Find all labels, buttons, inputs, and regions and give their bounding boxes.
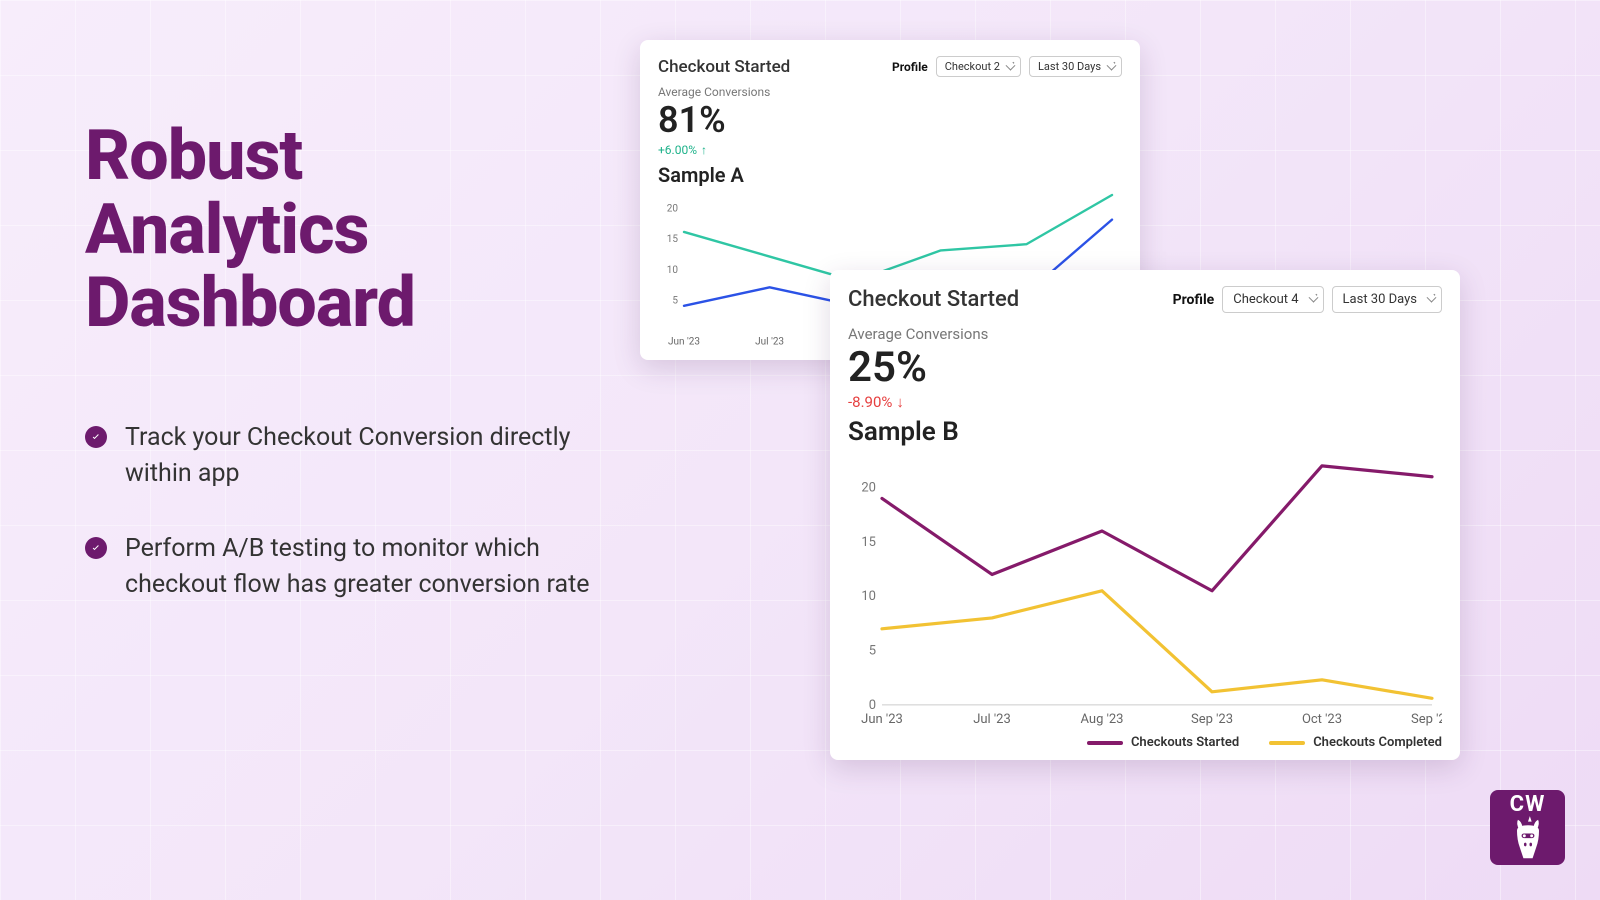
bullet-item: Track your Checkout Conversion directly … [85,420,605,493]
svg-text:Oct '23: Oct '23 [1302,712,1342,727]
svg-text:5: 5 [672,295,678,306]
headline-line-3: Dashboard [85,267,415,341]
chart-area-b: 0 5 10 15 20 Jun '23 Jul '23 Aug '23 Sep '23 Oct … [848,447,1442,729]
headline-line-1: Robust [85,120,415,194]
page-headline: Robust Analytics Dashboard [85,120,415,341]
profile-select[interactable]: Checkout 2 [936,56,1021,77]
bullet-item: Perform A/B testing to monitor which che… [85,531,605,604]
avg-conversions-value: 25% [848,345,1442,391]
profile-label: Profile [1173,292,1215,308]
svg-text:15: 15 [861,535,876,550]
svg-text:Sep '23: Sep '23 [1411,712,1442,727]
avg-conversions-label: Average Conversions [658,85,1122,99]
delta-text: -8.90% [848,393,892,411]
check-circle-icon [85,426,107,448]
headline-line-2: Analytics [85,194,415,268]
delta-text: +6.00% [658,143,697,157]
chart-legend: Checkouts Started Checkouts Completed [848,735,1442,750]
avg-conversions-value: 81% [658,101,1122,141]
brand-logo-badge: CW [1490,790,1565,865]
arrow-up-icon: ↑ [701,143,707,157]
legend-swatch [1269,741,1305,745]
legend-swatch [1087,741,1123,745]
card-title: Checkout Started [848,287,1019,312]
feature-bullets: Track your Checkout Conversion directly … [85,420,605,641]
legend-label: Checkouts Started [1131,735,1239,750]
profile-select[interactable]: Checkout 4 [1222,286,1323,313]
svg-text:Jul '23: Jul '23 [755,336,784,347]
svg-text:Jun '23: Jun '23 [861,712,903,727]
sample-name: Sample A [658,163,1122,187]
llama-unicorn-icon [1506,816,1550,862]
check-circle-icon [85,537,107,559]
analytics-card-sample-b: Checkout Started Profile Checkout 4 Last… [830,270,1460,760]
svg-text:Jul '23: Jul '23 [973,712,1011,727]
card-title: Checkout Started [658,57,790,77]
delta-value: +6.00% ↑ [658,143,1122,157]
svg-text:15: 15 [667,234,679,245]
legend-label: Checkouts Completed [1313,735,1442,750]
svg-text:Sep '23: Sep '23 [1191,712,1233,727]
svg-text:20: 20 [667,203,679,214]
svg-text:20: 20 [861,481,876,496]
date-range-select[interactable]: Last 30 Days [1029,56,1122,77]
svg-text:0: 0 [869,698,876,713]
svg-text:10: 10 [667,264,679,275]
delta-value: -8.90% ↓ [848,393,1442,411]
svg-text:Aug '23: Aug '23 [1081,712,1124,727]
arrow-down-icon: ↓ [896,393,904,411]
legend-completed: Checkouts Completed [1269,735,1442,750]
date-range-select[interactable]: Last 30 Days [1332,286,1442,313]
svg-text:Jun '23: Jun '23 [668,336,700,347]
svg-text:10: 10 [861,589,876,604]
bullet-text: Perform A/B testing to monitor which che… [125,531,605,604]
svg-text:5: 5 [869,644,876,659]
profile-label: Profile [892,60,928,74]
avg-conversions-label: Average Conversions [848,325,1442,343]
sample-name: Sample B [848,417,1442,447]
logo-text: CW [1510,794,1546,816]
legend-started: Checkouts Started [1087,735,1239,750]
bullet-text: Track your Checkout Conversion directly … [125,420,605,493]
